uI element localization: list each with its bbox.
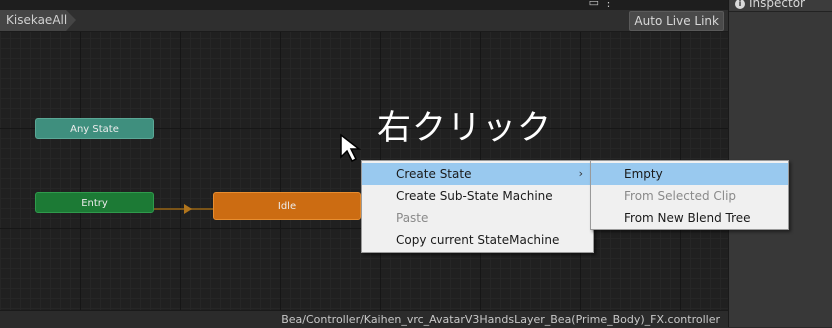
menu-item-label: Paste [396, 211, 429, 225]
tab-inspector[interactable]: i Inspector [729, 0, 832, 12]
breadcrumb-layer[interactable]: KisekaeAll [0, 10, 70, 31]
status-bar: Bea/Controller/Kaihen_vrc_AvatarV3HandsL… [0, 310, 728, 328]
menu-item-create-sub-state-machine[interactable]: Create Sub-State Machine [362, 185, 593, 207]
submenu-item-from-selected-clip: From Selected Clip [591, 185, 788, 207]
right-click-annotation: 右クリック [377, 108, 552, 148]
auto-live-link-button[interactable]: Auto Live Link [629, 11, 724, 31]
breadcrumb-bar: KisekaeAll Auto Live Link [0, 10, 728, 32]
submenu-item-from-new-blend-tree[interactable]: From New Blend Tree [591, 207, 788, 229]
idle-state-node[interactable]: Idle [213, 192, 361, 220]
menu-item-label: Create Sub-State Machine [396, 189, 553, 203]
any-state-node[interactable]: Any State [35, 118, 154, 139]
panel-menu-icon[interactable]: ▭ [589, 0, 603, 9]
mouse-cursor-icon [340, 133, 362, 163]
controller-path: Bea/Controller/Kaihen_vrc_AvatarV3HandsL… [281, 313, 720, 326]
create-state-submenu: Empty From Selected Clip From New Blend … [590, 160, 789, 230]
submenu-item-label: Empty [624, 167, 663, 181]
info-icon: i [735, 0, 745, 9]
menu-item-create-state[interactable]: Create State › [362, 163, 593, 185]
menu-item-label: Create State [396, 167, 472, 181]
entry-node[interactable]: Entry [35, 192, 154, 213]
submenu-item-label: From Selected Clip [624, 189, 737, 203]
window-icons: ▭⋮ [589, 0, 618, 9]
submenu-item-label: From New Blend Tree [624, 211, 751, 225]
context-menu: Create State › Create Sub-State Machine … [361, 160, 594, 253]
inspector-tab-label: Inspector [749, 0, 805, 10]
submenu-item-empty[interactable]: Empty [591, 163, 788, 185]
menu-item-copy-current-statemachine[interactable]: Copy current StateMachine [362, 229, 593, 251]
more-options-icon[interactable]: ⋮ [603, 0, 618, 9]
transition-arrow-icon [184, 204, 192, 214]
submenu-arrow-icon: › [578, 167, 583, 180]
menu-item-paste: Paste [362, 207, 593, 229]
menu-item-label: Copy current StateMachine [396, 233, 560, 247]
